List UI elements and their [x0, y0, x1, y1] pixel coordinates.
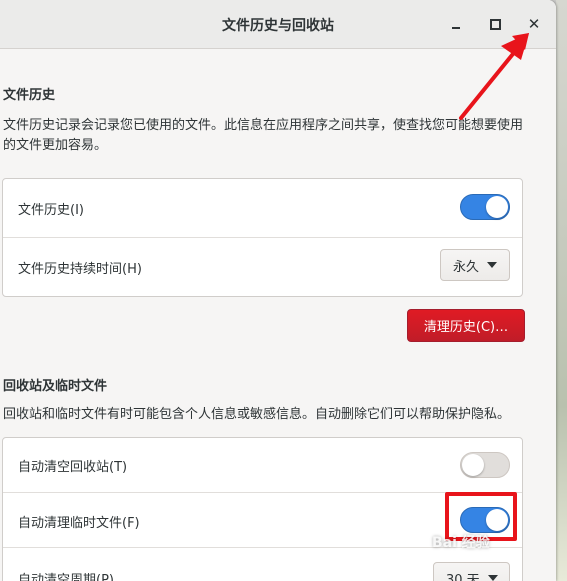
file-history-heading: 文件历史 — [3, 88, 56, 103]
dropdown-value: 永久 — [453, 259, 480, 275]
file-history-duration-row: 文件历史持续时间(H) 永久 — [3, 238, 522, 297]
auto-clean-temp-label: 自动清理临时文件(F) — [18, 516, 140, 531]
auto-empty-period-dropdown[interactable]: 30 天 — [433, 562, 510, 581]
trash-heading: 回收站及临时文件 — [3, 379, 108, 394]
dropdown-value: 30 天 — [446, 572, 480, 581]
file-history-toggle-row[interactable]: 文件历史(I) — [3, 179, 522, 237]
file-history-description: 文件历史记录会记录您已使用的文件。此信息在应用程序之间共享，使查找您可能想要使用… — [3, 118, 524, 153]
auto-empty-period-row: 自动清空周期(P) 30 天 — [3, 548, 522, 581]
maximize-icon — [489, 18, 501, 30]
minimize-icon — [452, 27, 460, 29]
file-history-duration-dropdown[interactable]: 永久 — [440, 249, 510, 281]
auto-empty-trash-switch[interactable] — [460, 452, 510, 478]
auto-empty-trash-row[interactable]: 自动清空回收站(T) — [3, 438, 522, 492]
title-bar: 文件历史与回收站 ✕ — [0, 0, 556, 49]
close-icon: ✕ — [527, 14, 541, 33]
auto-empty-trash-label: 自动清空回收站(T) — [18, 460, 128, 475]
file-history-list: 文件历史(I) 文件历史持续时间(H) 永久 — [2, 178, 523, 297]
chevron-down-icon — [487, 575, 498, 581]
maximize-button[interactable] — [483, 12, 507, 36]
trash-description: 回收站和临时文件有时可能包含个人信息或敏感信息。自动删除它们可以帮助保护隐私。 — [3, 407, 511, 422]
chevron-down-icon — [487, 262, 498, 268]
desktop-background — [556, 0, 567, 581]
watermark: Bai 经验 — [432, 535, 490, 551]
switch-knob — [462, 454, 484, 476]
file-history-duration-label: 文件历史持续时间(H) — [18, 262, 142, 277]
file-history-switch[interactable] — [460, 194, 510, 220]
clear-history-button[interactable]: 清理历史(C)… — [407, 309, 525, 342]
file-history-toggle-label: 文件历史(I) — [18, 203, 84, 218]
switch-knob — [486, 196, 508, 218]
auto-empty-period-label: 自动清空周期(P) — [18, 573, 114, 581]
window-title: 文件历史与回收站 — [222, 18, 334, 34]
minimize-button[interactable] — [444, 12, 468, 36]
close-button[interactable]: ✕ — [522, 12, 546, 36]
